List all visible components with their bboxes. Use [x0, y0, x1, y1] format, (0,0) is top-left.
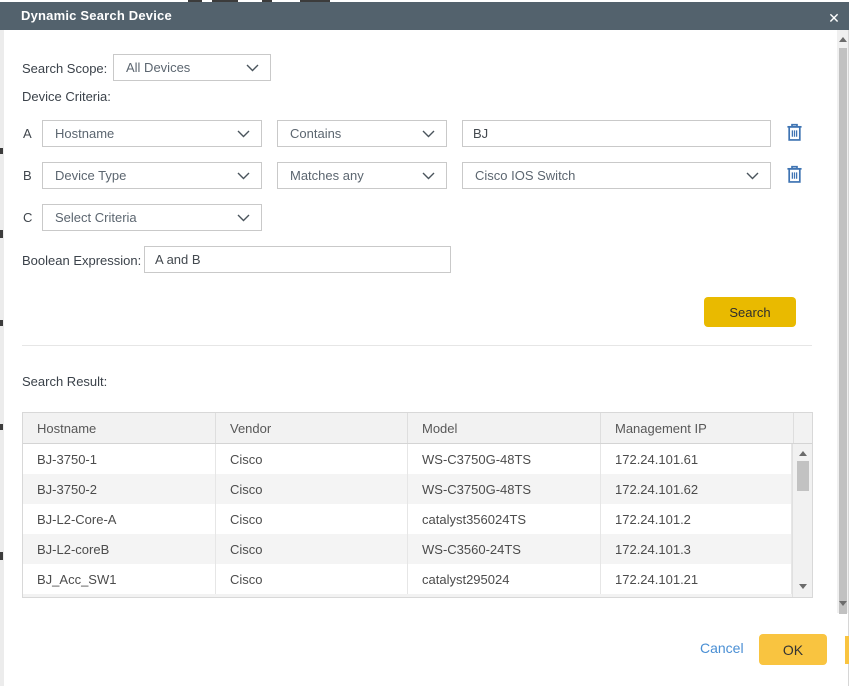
- cell-model: WS-C3750G-48TS: [408, 474, 601, 504]
- search-result-label: Search Result:: [22, 374, 107, 389]
- background-page-fragment: [0, 148, 3, 154]
- criteria-c-field-value: Select Criteria: [55, 210, 137, 225]
- dynamic-search-device-dialog: Dynamic Search Device ✕ Search Scope: Al…: [0, 0, 849, 686]
- cancel-button[interactable]: Cancel: [700, 640, 744, 656]
- cell-management-ip: 172.24.101.3: [601, 534, 792, 564]
- background-page-fragment: [0, 320, 3, 326]
- criteria-a-value-input[interactable]: [462, 120, 771, 147]
- chevron-down-icon: [422, 130, 435, 138]
- table-header-row: Hostname Vendor Model Management IP: [23, 413, 812, 444]
- chevron-down-icon: [422, 172, 435, 180]
- criteria-c-field-select[interactable]: Select Criteria: [42, 204, 262, 231]
- background-page-fragment: [0, 552, 3, 560]
- criteria-row-letter: C: [23, 210, 32, 225]
- cell-hostname: BJ-3750-1: [23, 444, 216, 474]
- criteria-b-value: Cisco IOS Switch: [475, 168, 575, 183]
- background-page-fragment: [0, 424, 3, 430]
- search-button[interactable]: Search: [704, 297, 796, 327]
- table-row[interactable]: BJ-3750-2 Cisco WS-C3750G-48TS 172.24.10…: [23, 474, 792, 504]
- criteria-a-field-value: Hostname: [55, 126, 114, 141]
- table-row[interactable]: BJ-L2-Core-A Cisco catalyst356024TS 172.…: [23, 504, 792, 534]
- dialog-title: Dynamic Search Device: [21, 2, 172, 30]
- column-header-model[interactable]: Model: [408, 413, 601, 443]
- criteria-row-letter: A: [23, 126, 32, 141]
- column-header-hostname[interactable]: Hostname: [23, 413, 216, 443]
- scroll-down-icon[interactable]: [799, 584, 807, 589]
- table-scrollbar-thumb[interactable]: [797, 461, 809, 491]
- search-scope-label: Search Scope:: [22, 61, 107, 76]
- search-result-table: Hostname Vendor Model Management IP BJ-3…: [22, 412, 813, 598]
- table-row[interactable]: BJ-L2-coreB Cisco WS-C3560-24TS 172.24.1…: [23, 534, 792, 564]
- background-page-fragment: [0, 230, 3, 238]
- cell-vendor: Cisco: [216, 564, 408, 594]
- cell-model: catalyst356024TS: [408, 504, 601, 534]
- cell-vendor: Cisco: [216, 504, 408, 534]
- cell-vendor: Cisco: [216, 444, 408, 474]
- criteria-b-field-value: Device Type: [55, 168, 126, 183]
- cell-model: catalyst295024: [408, 564, 601, 594]
- table-scrollbar[interactable]: [792, 444, 812, 597]
- ok-button[interactable]: OK: [759, 634, 827, 665]
- criteria-a-field-select[interactable]: Hostname: [42, 120, 262, 147]
- criteria-a-delete-button[interactable]: [784, 123, 804, 145]
- cell-hostname: BJ-3750-2: [23, 474, 216, 504]
- cell-vendor: Cisco: [216, 534, 408, 564]
- cell-management-ip: 172.24.101.2: [601, 504, 792, 534]
- chevron-down-icon: [246, 64, 259, 72]
- chevron-down-icon: [746, 172, 759, 180]
- close-icon: ✕: [828, 10, 840, 26]
- section-divider: [22, 345, 812, 346]
- criteria-a-operator-select[interactable]: Contains: [277, 120, 447, 147]
- cell-model: WS-C3750G-48TS: [408, 444, 601, 474]
- close-button[interactable]: ✕: [820, 4, 848, 32]
- column-header-management-ip[interactable]: Management IP: [601, 413, 794, 443]
- criteria-b-operator-select[interactable]: Matches any: [277, 162, 447, 189]
- boolean-expression-label: Boolean Expression:: [22, 253, 141, 268]
- device-criteria-label: Device Criteria:: [22, 89, 111, 104]
- table-header-scroll-pad: [794, 413, 812, 443]
- table-row[interactable]: BJ_Acc_SW1 Cisco catalyst295024 172.24.1…: [23, 564, 792, 594]
- trash-icon: [786, 165, 803, 184]
- cell-management-ip: 172.24.101.62: [601, 474, 792, 504]
- cell-model: WS-C3560-24TS: [408, 534, 601, 564]
- background-page-edge: [0, 30, 4, 686]
- dialog-scrollbar-thumb[interactable]: [839, 48, 847, 614]
- table-body: BJ-3750-1 Cisco WS-C3750G-48TS 172.24.10…: [23, 444, 812, 597]
- cell-management-ip: 172.24.101.21: [601, 564, 792, 594]
- trash-icon: [786, 123, 803, 142]
- chevron-down-icon: [237, 214, 250, 222]
- criteria-b-field-select[interactable]: Device Type: [42, 162, 262, 189]
- criteria-a-operator-value: Contains: [290, 126, 341, 141]
- background-page-fragment: [845, 636, 849, 664]
- table-row[interactable]: BJ-3750-1 Cisco WS-C3750G-48TS 172.24.10…: [23, 444, 792, 474]
- partial-row-stripe: [23, 594, 792, 597]
- column-header-vendor[interactable]: Vendor: [216, 413, 408, 443]
- search-scope-value: All Devices: [126, 60, 190, 75]
- cell-hostname: BJ_Acc_SW1: [23, 564, 216, 594]
- criteria-b-value-select[interactable]: Cisco IOS Switch: [462, 162, 771, 189]
- scroll-up-icon[interactable]: [799, 451, 807, 456]
- dialog-titlebar: Dynamic Search Device ✕: [0, 2, 849, 30]
- criteria-b-delete-button[interactable]: [784, 165, 804, 187]
- scroll-down-icon[interactable]: [839, 601, 847, 606]
- cell-hostname: BJ-L2-Core-A: [23, 504, 216, 534]
- boolean-expression-input[interactable]: [144, 246, 451, 273]
- chevron-down-icon: [237, 172, 250, 180]
- search-scope-select[interactable]: All Devices: [113, 54, 271, 81]
- criteria-b-operator-value: Matches any: [290, 168, 364, 183]
- cell-hostname: BJ-L2-coreB: [23, 534, 216, 564]
- cell-vendor: Cisco: [216, 474, 408, 504]
- criteria-row-letter: B: [23, 168, 32, 183]
- chevron-down-icon: [237, 130, 250, 138]
- scroll-up-icon[interactable]: [839, 37, 847, 42]
- cell-management-ip: 172.24.101.61: [601, 444, 792, 474]
